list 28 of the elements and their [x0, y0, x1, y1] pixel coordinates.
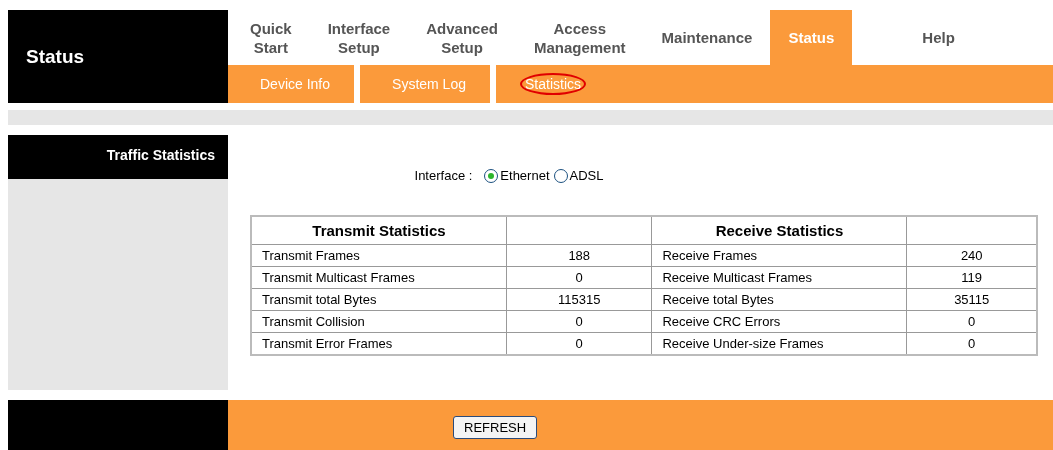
table-cell: Receive total Bytes — [651, 288, 907, 311]
table-cell: Transmit Frames — [251, 244, 507, 267]
table-cell: 0 — [506, 266, 652, 289]
brand-title: Status — [8, 10, 228, 103]
table-cell: 0 — [506, 310, 652, 333]
refresh-button[interactable]: REFRESH — [453, 416, 538, 439]
table-cell: Receive Frames — [651, 244, 907, 267]
nav-tab[interactable]: Quick Start — [228, 10, 310, 65]
table-cell: Transmit total Bytes — [251, 288, 507, 311]
radio-label: ADSL — [569, 168, 604, 183]
section-title: Traffic Statistics — [8, 135, 228, 179]
table-cell: Transmit Collision — [251, 310, 507, 333]
table-cell: 188 — [506, 244, 652, 267]
radio-button[interactable] — [553, 168, 568, 183]
nav-tab[interactable]: Interface Setup — [309, 10, 409, 65]
table-cell: Transmit Multicast Frames — [251, 266, 507, 289]
table-cell: 115315 — [506, 288, 652, 311]
nav-tab[interactable]: Advanced Setup — [408, 10, 516, 65]
interface-label: Interface : — [414, 168, 473, 183]
radio-button[interactable] — [484, 168, 499, 183]
table-cell: Receive CRC Errors — [651, 310, 907, 333]
radio-label: Ethernet — [500, 168, 550, 183]
column-header: Transmit Statistics — [251, 216, 507, 245]
column-header: Receive Statistics — [651, 216, 907, 245]
nav-tab[interactable]: Maintenance — [643, 10, 771, 65]
nav-tab[interactable]: Help — [852, 10, 955, 65]
table-cell: Receive Multicast Frames — [651, 266, 907, 289]
nav-tab[interactable]: Access Management — [515, 10, 644, 65]
